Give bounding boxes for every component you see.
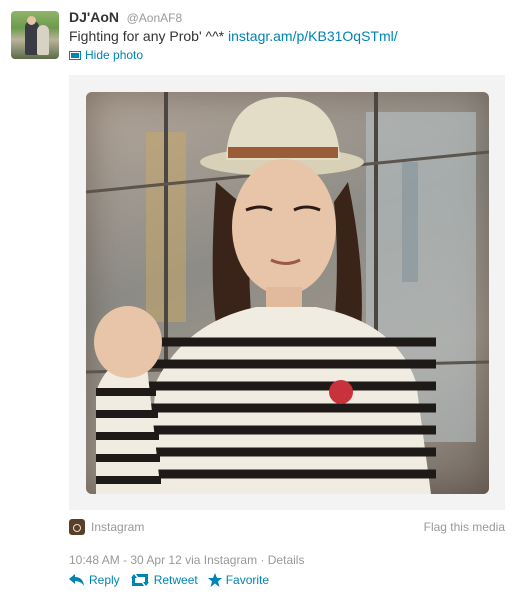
tweet-actions: Reply Retweet Favorite <box>69 573 279 587</box>
reply-button[interactable]: Reply <box>69 573 120 587</box>
photo-icon <box>69 51 81 60</box>
user-fullname[interactable]: DJ'AoN <box>69 9 119 25</box>
tweet-timestamp[interactable]: 10:48 AM - 30 Apr 12 via Instagram · Det… <box>69 553 304 567</box>
favorite-icon <box>207 573 222 587</box>
avatar[interactable] <box>11 11 59 59</box>
tweet-photo[interactable] <box>86 92 489 494</box>
instagram-icon <box>69 519 85 535</box>
avatar-figure-2 <box>37 25 49 55</box>
tweet-text: Fighting for any Prob' ^^* instagr.am/p/… <box>69 28 398 44</box>
favorite-button[interactable]: Favorite <box>207 573 270 587</box>
avatar-face <box>27 16 36 25</box>
retweet-icon <box>130 574 149 586</box>
user-handle[interactable]: @AonAF8 <box>127 11 183 25</box>
reply-label: Reply <box>89 573 120 587</box>
media-meta: Instagram Flag this media <box>69 519 505 537</box>
photo-illustration <box>86 92 489 494</box>
flag-media-link[interactable]: Flag this media <box>424 520 505 534</box>
hide-photo-label: Hide photo <box>85 48 144 62</box>
tweet-link[interactable]: instagr.am/p/KB31OqSTml/ <box>228 28 398 44</box>
tweet-header: DJ'AoN @AonAF8 <box>69 9 182 25</box>
hide-photo-button[interactable]: Hide photo <box>69 48 143 62</box>
media-frame <box>69 75 505 510</box>
retweet-button[interactable]: Retweet <box>130 573 198 587</box>
tweet: DJ'AoN @AonAF8 Fighting for any Prob' ^^… <box>0 0 519 602</box>
favorite-label: Favorite <box>225 573 270 587</box>
tweet-body: Fighting for any Prob' ^^* <box>69 28 225 44</box>
retweet-label: Retweet <box>153 573 198 587</box>
instagram-source-link[interactable]: Instagram <box>91 520 144 534</box>
reply-icon <box>69 574 84 586</box>
